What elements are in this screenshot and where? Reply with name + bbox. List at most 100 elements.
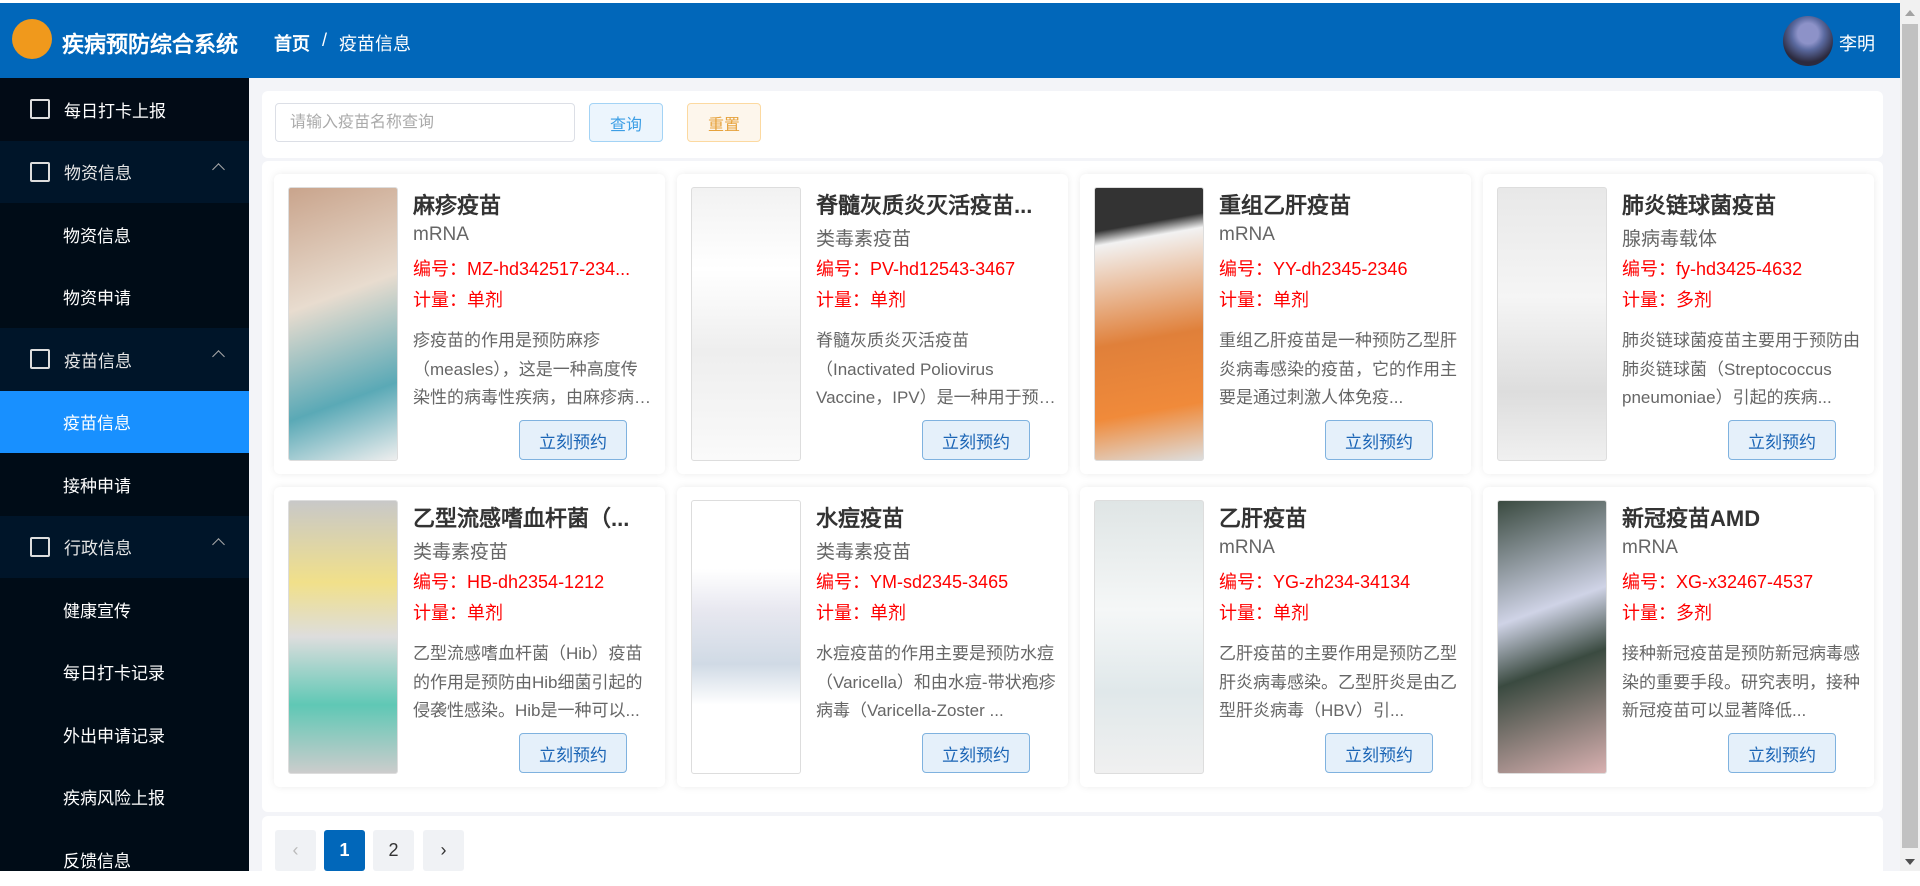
chevron-up-icon[interactable] <box>212 350 225 363</box>
book-now-button[interactable]: 立刻预约 <box>1728 420 1836 460</box>
reset-button[interactable]: 重置 <box>687 103 761 142</box>
vaccine-description: 接种新冠疫苗是预防新冠病毒感染的重要手段。研究表明，接种新冠疫苗可以显著降低..… <box>1622 644 1860 720</box>
page-1-button[interactable]: 1 <box>324 830 365 871</box>
sidebar-item-label: 接种申请 <box>63 476 131 496</box>
sidebar-item-label: 每日打卡上报 <box>64 101 166 121</box>
scroll-up-icon[interactable] <box>1905 10 1915 16</box>
book-now-button[interactable]: 立刻预约 <box>922 733 1030 773</box>
book-now-button[interactable]: 立刻预约 <box>1728 733 1836 773</box>
sidebar-item-label: 疫苗信息 <box>63 414 131 434</box>
sidebar-item[interactable]: 外出申请记录 <box>0 703 249 766</box>
book-now-button[interactable]: 立刻预约 <box>519 420 627 460</box>
vaccine-dose: 计量：单剂 <box>413 290 503 310</box>
vaccine-code: 编号：fy-hd3425-4632 <box>1622 259 1803 279</box>
sidebar-item[interactable]: 疫苗信息 <box>0 390 249 453</box>
sidebar-item[interactable]: 物资信息 <box>0 140 249 203</box>
sidebar-item[interactable]: 疫苗信息 <box>0 328 249 391</box>
sidebar-item-label: 健康宣传 <box>63 601 131 621</box>
vaccine-description: 重组乙肝疫苗是一种预防乙型肝炎病毒感染的疫苗，它的作用主要是通过刺激人体免疫..… <box>1219 331 1457 407</box>
vaccine-title: 新冠疫苗AMD <box>1622 506 1761 531</box>
vaccine-title: 脊髓灰质炎灭活疫苗... <box>816 193 1033 218</box>
vaccine-dose: 计量：多剂 <box>1622 603 1712 623</box>
chevron-up-icon[interactable] <box>212 162 225 176</box>
page-scrollbar[interactable] <box>1900 0 1920 871</box>
app-title: 疾病预防综合系统 <box>62 32 239 57</box>
user-name[interactable]: 李明 <box>1839 30 1875 56</box>
vaccine-search-input[interactable] <box>275 103 575 142</box>
prev-page-button[interactable]: ‹ <box>275 830 316 871</box>
vaccine-code: 编号：XG-x32467-4537 <box>1622 572 1814 592</box>
vaccine-card[interactable]: 乙型流感嗜血杆菌（... 类毒素疫苗 编号：HB-dh2354-1212 计量：… <box>274 487 665 787</box>
book-now-button[interactable]: 立刻预约 <box>1325 420 1433 460</box>
avatar[interactable] <box>1783 16 1833 66</box>
app-logo-icon <box>12 19 52 59</box>
sidebar-item-label: 物资信息 <box>64 164 132 184</box>
sidebar-item-label: 物资信息 <box>63 226 131 246</box>
book-now-button[interactable]: 立刻预约 <box>519 733 627 773</box>
vaccine-type: 类毒素疫苗 <box>816 229 912 250</box>
vaccine-type: 类毒素疫苗 <box>816 542 912 563</box>
vaccine-info: 水痘疫苗 类毒素疫苗 编号：YM-sd2345-3465 计量：单剂 水痘疫苗的… <box>816 501 1056 726</box>
page-2-button[interactable]: 2 <box>373 830 414 871</box>
vaccine-dose: 计量：多剂 <box>1622 290 1712 310</box>
vaccine-type: mRNA <box>413 224 469 245</box>
vaccine-info: 新冠疫苗AMD mRNA 编号：XG-x32467-4537 计量：多剂 接种新… <box>1622 501 1862 726</box>
vaccine-type: mRNA <box>1219 537 1275 558</box>
vaccine-card[interactable]: 脊髓灰质炎灭活疫苗... 类毒素疫苗 编号：PV-hd12543-3467 计量… <box>677 174 1068 474</box>
main-content: 查询 重置 麻疹疫苗 mRNA 编号：MZ-hd342517-234... 计量… <box>249 78 1900 886</box>
vaccine-code: 编号：YY-dh2345-2346 <box>1219 259 1408 279</box>
top-header: 疾病预防综合系统 首页 / 疫苗信息 李明 <box>0 3 1900 78</box>
query-button[interactable]: 查询 <box>589 103 663 142</box>
vaccine-image <box>288 187 398 461</box>
vaccine-title: 麻疹疫苗 <box>413 193 502 218</box>
vaccine-card[interactable]: 麻疹疫苗 mRNA 编号：MZ-hd342517-234... 计量：单剂 疹疫… <box>274 174 665 474</box>
vaccine-code: 编号：YG-zh234-34134 <box>1219 572 1411 592</box>
vaccine-image <box>288 500 398 774</box>
vaccine-code: 编号：MZ-hd342517-234... <box>413 259 631 279</box>
vaccine-title: 肺炎链球菌疫苗 <box>1622 193 1777 218</box>
breadcrumb-home[interactable]: 首页 <box>274 30 310 56</box>
vaccine-image <box>691 187 801 461</box>
sidebar-item-label: 疾病风险上报 <box>63 789 165 809</box>
sidebar-item-label: 行政信息 <box>64 539 132 559</box>
vaccine-card[interactable]: 乙肝疫苗 mRNA 编号：YG-zh234-34134 计量：单剂 乙肝疫苗的主… <box>1080 487 1471 787</box>
vaccine-code: 编号：HB-dh2354-1212 <box>413 572 605 592</box>
search-panel: 查询 重置 <box>262 91 1883 158</box>
book-now-button[interactable]: 立刻预约 <box>1325 733 1433 773</box>
sidebar-item[interactable]: 每日打卡上报 <box>0 78 249 141</box>
calendar-icon <box>30 99 50 120</box>
sidebar-menu: 每日打卡上报 物资信息 物资信息 物资申请 疫苗信息 疫苗信息 接种申请 行政信息 健康宣传 每日… <box>0 78 249 871</box>
scroll-down-icon[interactable] <box>1905 859 1915 865</box>
vaccine-card[interactable]: 重组乙肝疫苗 mRNA 编号：YY-dh2345-2346 计量：单剂 重组乙肝… <box>1080 174 1471 474</box>
vaccine-image <box>691 500 801 774</box>
sidebar-item-label: 外出申请记录 <box>63 726 165 746</box>
book-now-button[interactable]: 立刻预约 <box>922 420 1030 460</box>
vaccine-info: 脊髓灰质炎灭活疫苗... 类毒素疫苗 编号：PV-hd12543-3467 计量… <box>816 188 1056 413</box>
vaccine-image <box>1497 500 1607 774</box>
vaccine-card[interactable]: 肺炎链球菌疫苗 腺病毒载体 编号：fy-hd3425-4632 计量：多剂 肺炎… <box>1483 174 1874 474</box>
vaccine-image <box>1094 187 1204 461</box>
vaccine-card[interactable]: 水痘疫苗 类毒素疫苗 编号：YM-sd2345-3465 计量：单剂 水痘疫苗的… <box>677 487 1068 787</box>
vaccine-card[interactable]: 新冠疫苗AMD mRNA 编号：XG-x32467-4537 计量：多剂 接种新… <box>1483 487 1874 787</box>
vaccine-info: 乙肝疫苗 mRNA 编号：YG-zh234-34134 计量：单剂 乙肝疫苗的主… <box>1219 501 1459 726</box>
sidebar-item[interactable]: 健康宣传 <box>0 578 249 641</box>
next-page-button[interactable]: › <box>423 830 464 871</box>
vaccine-description: 乙型流感嗜血杆菌（Hib）疫苗的作用是预防由Hib细菌引起的侵袭性感染。Hib是… <box>413 644 643 720</box>
vaccine-info: 肺炎链球菌疫苗 腺病毒载体 编号：fy-hd3425-4632 计量：多剂 肺炎… <box>1622 188 1862 413</box>
sidebar-item[interactable]: 反馈信息 <box>0 828 249 871</box>
sidebar-item[interactable]: 接种申请 <box>0 453 249 516</box>
chevron-up-icon[interactable] <box>212 537 225 551</box>
vaccine-description: 水痘疫苗的作用主要是预防水痘（Varicella）和由水痘-带状疱疹病毒（Var… <box>816 644 1056 720</box>
sidebar-item[interactable]: 每日打卡记录 <box>0 641 249 704</box>
vaccine-type: 类毒素疫苗 <box>413 542 509 563</box>
sidebar-item[interactable]: 疾病风险上报 <box>0 766 249 829</box>
vaccine-dose: 计量：单剂 <box>1219 603 1309 623</box>
id-card-icon <box>30 349 50 370</box>
vaccine-info: 乙型流感嗜血杆菌（... 类毒素疫苗 编号：HB-dh2354-1212 计量：… <box>413 501 653 726</box>
scrollbar-thumb[interactable] <box>1902 24 1918 848</box>
vaccine-description: 肺炎链球菌疫苗主要用于预防由肺炎链球菌（Streptococcus pneumo… <box>1622 331 1860 407</box>
sidebar-item[interactable]: 物资申请 <box>0 266 249 329</box>
vaccine-dose: 计量：单剂 <box>1219 290 1309 310</box>
sidebar-item[interactable]: 行政信息 <box>0 515 249 578</box>
sidebar-item[interactable]: 物资信息 <box>0 203 249 266</box>
